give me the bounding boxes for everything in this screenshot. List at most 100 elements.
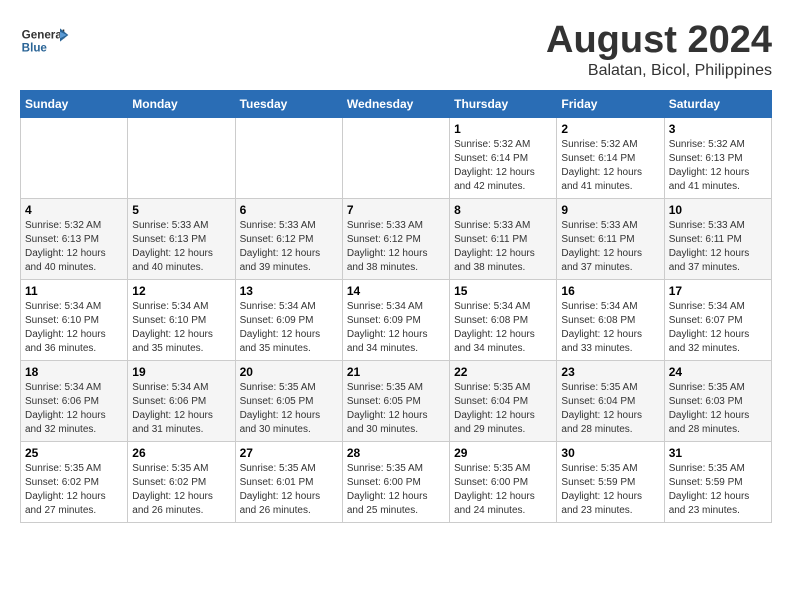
day-number: 6 (240, 203, 338, 217)
day-info: Sunrise: 5:32 AM Sunset: 6:13 PM Dayligh… (669, 138, 767, 194)
day-of-week-monday: Monday (128, 90, 235, 117)
day-info: Sunrise: 5:33 AM Sunset: 6:12 PM Dayligh… (347, 219, 445, 275)
calendar-title-block: August 2024 Balatan, Bicol, Philippines (546, 20, 772, 80)
day-info: Sunrise: 5:35 AM Sunset: 6:00 PM Dayligh… (347, 462, 445, 518)
day-info: Sunrise: 5:34 AM Sunset: 6:10 PM Dayligh… (25, 300, 123, 356)
day-info: Sunrise: 5:33 AM Sunset: 6:13 PM Dayligh… (132, 219, 230, 275)
day-info: Sunrise: 5:35 AM Sunset: 6:05 PM Dayligh… (347, 381, 445, 437)
day-number: 7 (347, 203, 445, 217)
calendar-cell: 13 Sunrise: 5:34 AM Sunset: 6:09 PM Dayli… (235, 279, 342, 360)
calendar-cell: 27 Sunrise: 5:35 AM Sunset: 6:01 PM Dayli… (235, 441, 342, 522)
calendar-cell: 6 Sunrise: 5:33 AM Sunset: 6:12 PM Daylig… (235, 198, 342, 279)
day-of-week-tuesday: Tuesday (235, 90, 342, 117)
day-number: 8 (454, 203, 552, 217)
logo-icon: General Blue (20, 20, 70, 60)
calendar-week-5: 25 Sunrise: 5:35 AM Sunset: 6:02 PM Dayli… (21, 441, 772, 522)
page-header: General Blue August 2024 Balatan, Bicol,… (20, 20, 772, 80)
calendar-week-3: 11Sunrise: 5:34 AM Sunset: 6:10 PM Dayli… (21, 279, 772, 360)
logo: General Blue (20, 20, 70, 60)
days-of-week-row: SundayMondayTuesdayWednesdayThursdayFrid… (21, 90, 772, 117)
day-number: 12 (132, 284, 230, 298)
calendar-title: August 2024 (546, 20, 772, 62)
day-number: 13 (240, 284, 338, 298)
day-number: 10 (669, 203, 767, 217)
calendar-header: SundayMondayTuesdayWednesdayThursdayFrid… (21, 90, 772, 117)
day-number: 27 (240, 446, 338, 460)
calendar-cell: 7 Sunrise: 5:33 AM Sunset: 6:12 PM Daylig… (342, 198, 449, 279)
day-info: Sunrise: 5:34 AM Sunset: 6:06 PM Dayligh… (25, 381, 123, 437)
calendar-cell (21, 117, 128, 198)
day-number: 25 (25, 446, 123, 460)
day-info: Sunrise: 5:34 AM Sunset: 6:10 PM Dayligh… (132, 300, 230, 356)
day-number: 15 (454, 284, 552, 298)
calendar-cell: 9 Sunrise: 5:33 AM Sunset: 6:11 PM Daylig… (557, 198, 664, 279)
calendar-cell: 1Sunrise: 5:32 AM Sunset: 6:14 PM Daylig… (450, 117, 557, 198)
calendar-week-1: 1Sunrise: 5:32 AM Sunset: 6:14 PM Daylig… (21, 117, 772, 198)
calendar-week-2: 4Sunrise: 5:32 AM Sunset: 6:13 PM Daylig… (21, 198, 772, 279)
day-number: 23 (561, 365, 659, 379)
day-number: 28 (347, 446, 445, 460)
calendar-table: SundayMondayTuesdayWednesdayThursdayFrid… (20, 90, 772, 523)
day-info: Sunrise: 5:35 AM Sunset: 6:03 PM Dayligh… (669, 381, 767, 437)
calendar-cell: 2Sunrise: 5:32 AM Sunset: 6:14 PM Daylig… (557, 117, 664, 198)
day-of-week-saturday: Saturday (664, 90, 771, 117)
calendar-cell (342, 117, 449, 198)
day-info: Sunrise: 5:35 AM Sunset: 6:01 PM Dayligh… (240, 462, 338, 518)
calendar-cell (128, 117, 235, 198)
day-info: Sunrise: 5:32 AM Sunset: 6:14 PM Dayligh… (454, 138, 552, 194)
day-number: 20 (240, 365, 338, 379)
day-info: Sunrise: 5:34 AM Sunset: 6:09 PM Dayligh… (240, 300, 338, 356)
calendar-cell: 26Sunrise: 5:35 AM Sunset: 6:02 PM Dayli… (128, 441, 235, 522)
day-of-week-wednesday: Wednesday (342, 90, 449, 117)
day-info: Sunrise: 5:35 AM Sunset: 5:59 PM Dayligh… (669, 462, 767, 518)
calendar-cell: 5 Sunrise: 5:33 AM Sunset: 6:13 PM Daylig… (128, 198, 235, 279)
calendar-cell (235, 117, 342, 198)
calendar-cell: 14Sunrise: 5:34 AM Sunset: 6:09 PM Dayli… (342, 279, 449, 360)
day-info: Sunrise: 5:35 AM Sunset: 6:00 PM Dayligh… (454, 462, 552, 518)
calendar-cell: 12 Sunrise: 5:34 AM Sunset: 6:10 PM Dayli… (128, 279, 235, 360)
calendar-cell: 28 Sunrise: 5:35 AM Sunset: 6:00 PM Dayli… (342, 441, 449, 522)
day-number: 29 (454, 446, 552, 460)
calendar-cell: 4Sunrise: 5:32 AM Sunset: 6:13 PM Daylig… (21, 198, 128, 279)
day-number: 5 (132, 203, 230, 217)
day-number: 22 (454, 365, 552, 379)
calendar-cell: 29 Sunrise: 5:35 AM Sunset: 6:00 PM Dayli… (450, 441, 557, 522)
calendar-cell: 17 Sunrise: 5:34 AM Sunset: 6:07 PM Dayli… (664, 279, 771, 360)
day-info: Sunrise: 5:35 AM Sunset: 6:04 PM Dayligh… (454, 381, 552, 437)
day-number: 19 (132, 365, 230, 379)
day-info: Sunrise: 5:33 AM Sunset: 6:12 PM Dayligh… (240, 219, 338, 275)
calendar-body: 1Sunrise: 5:32 AM Sunset: 6:14 PM Daylig… (21, 117, 772, 522)
day-number: 16 (561, 284, 659, 298)
calendar-cell: 21 Sunrise: 5:35 AM Sunset: 6:05 PM Dayli… (342, 360, 449, 441)
svg-text:General: General (22, 28, 65, 41)
calendar-cell: 15Sunrise: 5:34 AM Sunset: 6:08 PM Dayli… (450, 279, 557, 360)
calendar-cell: 25 Sunrise: 5:35 AM Sunset: 6:02 PM Dayli… (21, 441, 128, 522)
day-number: 9 (561, 203, 659, 217)
day-info: Sunrise: 5:35 AM Sunset: 6:05 PM Dayligh… (240, 381, 338, 437)
calendar-cell: 3Sunrise: 5:32 AM Sunset: 6:13 PM Daylig… (664, 117, 771, 198)
day-number: 26 (132, 446, 230, 460)
day-info: Sunrise: 5:33 AM Sunset: 6:11 PM Dayligh… (561, 219, 659, 275)
day-info: Sunrise: 5:35 AM Sunset: 6:02 PM Dayligh… (25, 462, 123, 518)
calendar-subtitle: Balatan, Bicol, Philippines (546, 62, 772, 80)
day-info: Sunrise: 5:33 AM Sunset: 6:11 PM Dayligh… (669, 219, 767, 275)
day-number: 21 (347, 365, 445, 379)
calendar-cell: 8 Sunrise: 5:33 AM Sunset: 6:11 PM Daylig… (450, 198, 557, 279)
calendar-cell: 10 Sunrise: 5:33 AM Sunset: 6:11 PM Dayli… (664, 198, 771, 279)
day-info: Sunrise: 5:34 AM Sunset: 6:08 PM Dayligh… (561, 300, 659, 356)
day-of-week-sunday: Sunday (21, 90, 128, 117)
svg-text:Blue: Blue (22, 42, 48, 55)
calendar-cell: 19Sunrise: 5:34 AM Sunset: 6:06 PM Dayli… (128, 360, 235, 441)
calendar-cell: 31Sunrise: 5:35 AM Sunset: 5:59 PM Dayli… (664, 441, 771, 522)
day-of-week-thursday: Thursday (450, 90, 557, 117)
day-info: Sunrise: 5:34 AM Sunset: 6:07 PM Dayligh… (669, 300, 767, 356)
day-number: 17 (669, 284, 767, 298)
calendar-cell: 11Sunrise: 5:34 AM Sunset: 6:10 PM Dayli… (21, 279, 128, 360)
calendar-cell: 22 Sunrise: 5:35 AM Sunset: 6:04 PM Dayli… (450, 360, 557, 441)
calendar-cell: 23Sunrise: 5:35 AM Sunset: 6:04 PM Dayli… (557, 360, 664, 441)
day-info: Sunrise: 5:32 AM Sunset: 6:13 PM Dayligh… (25, 219, 123, 275)
day-info: Sunrise: 5:33 AM Sunset: 6:11 PM Dayligh… (454, 219, 552, 275)
calendar-cell: 20 Sunrise: 5:35 AM Sunset: 6:05 PM Dayli… (235, 360, 342, 441)
day-number: 2 (561, 122, 659, 136)
day-number: 30 (561, 446, 659, 460)
